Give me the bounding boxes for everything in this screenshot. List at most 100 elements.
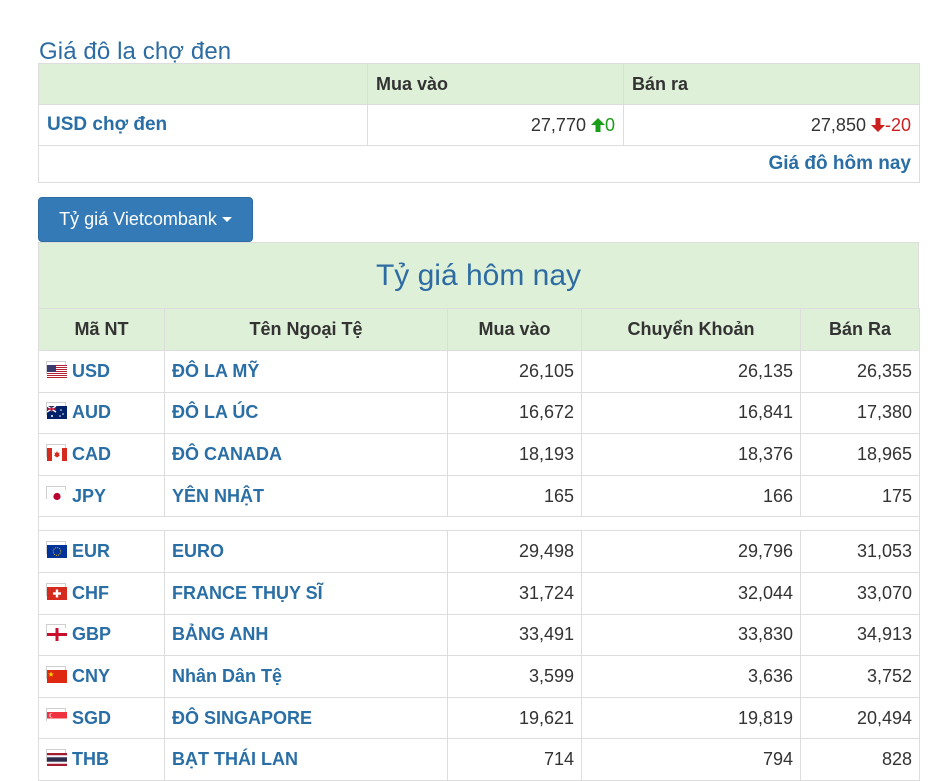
currency-code: GBP	[72, 624, 112, 645]
sell-rate: 17,380	[800, 391, 920, 435]
currency-name-cell: Nhân Dân Tệ	[164, 655, 448, 698]
rates-row-jpy: JPY YÊN NHẬT 165 166 175	[38, 474, 920, 518]
black-market-link-cell: Giá đô hôm nay	[38, 145, 920, 183]
currency-name-cell: ĐÔ CANADA	[164, 433, 448, 476]
currency-code: USD	[72, 360, 111, 381]
sell-rate: 175	[800, 474, 920, 518]
currency-name-cell: ĐÔ LA ÚC	[164, 391, 448, 435]
currency-name-link[interactable]: BẠT THÁI LAN	[172, 749, 298, 769]
buy-rate: 29,498	[447, 530, 582, 573]
rates-panel: Tỷ giá hôm nay Mã NT Tên Ngoại Tệ Mua và…	[38, 242, 920, 781]
sg-flag-icon	[46, 707, 67, 725]
currency-code: JPY	[72, 485, 107, 506]
black-market-sell-value: 27,850	[810, 114, 866, 135]
black-market-name-cell: USD chợ đen	[38, 104, 368, 146]
rates-row-cad: CAD ĐÔ CANADA 18,193 18,376 18,965	[38, 433, 920, 476]
th-flag-icon	[46, 749, 67, 767]
dropdown-label: Tỷ giá Vietcombank	[59, 209, 217, 229]
caret-down-icon	[221, 217, 232, 222]
currency-name-cell: ĐÔ SINGAPORE	[164, 696, 448, 740]
currency-code-cell: AUD	[38, 391, 165, 435]
eu-flag-icon	[46, 541, 67, 559]
currency-name-link[interactable]: YÊN NHẬT	[172, 486, 264, 506]
currency-name-cell: BẢNG ANH	[164, 613, 448, 657]
black-market-usd-row: USD chợ đen 27,770 0 27,850 -20	[38, 104, 920, 146]
currency-code-cell: THB	[38, 738, 165, 781]
currency-code: EUR	[72, 541, 111, 562]
currency-code: CHF	[72, 582, 109, 603]
rates-divider-cell	[38, 516, 920, 532]
currency-code-cell: JPY	[38, 474, 165, 518]
black-market-header-sell: Bán ra	[623, 63, 920, 105]
rates-row-thb: THB BẠT THÁI LAN 714 794 828	[38, 738, 920, 781]
currency-name-cell: EURO	[164, 530, 448, 573]
sell-rate: 3,752	[800, 655, 920, 698]
rates-title: Tỷ giá hôm nay	[38, 242, 919, 308]
currency-code: CAD	[72, 443, 111, 464]
black-market-table: Mua vào Bán ra USD chợ đen 27,770 0 27,8…	[38, 63, 920, 183]
currency-name-link[interactable]: Nhân Dân Tệ	[172, 666, 282, 686]
currency-name-link[interactable]: ĐÔ LA ÚC	[172, 402, 258, 422]
currency-name-link[interactable]: ĐÔ CANADA	[172, 444, 282, 464]
buy-rate: 714	[447, 738, 582, 781]
currency-code-cell: CAD	[38, 433, 165, 476]
rates-header-name: Tên Ngoại Tệ	[164, 308, 448, 351]
transfer-rate: 26,135	[581, 350, 801, 393]
sell-rate: 33,070	[800, 571, 920, 615]
buy-rate: 3,599	[447, 655, 582, 698]
rates-header-buy: Mua vào	[447, 308, 582, 351]
black-market-buy-value: 27,770	[530, 114, 586, 135]
vietcombank-rate-dropdown-button[interactable]: Tỷ giá Vietcombank	[38, 197, 253, 242]
transfer-rate: 18,376	[581, 433, 801, 476]
transfer-rate: 3,636	[581, 655, 801, 698]
black-market-header-row: Mua vào Bán ra	[38, 63, 920, 105]
arrow-up-icon	[590, 117, 605, 132]
arrow-down-icon	[870, 117, 885, 132]
currency-name-cell: FRANCE THỤY SĨ	[164, 571, 448, 615]
rates-header-sell: Bán Ra	[800, 308, 920, 351]
rates-row-gbp: GBP BẢNG ANH 33,491 33,830 34,913	[38, 613, 920, 657]
currency-code: AUD	[72, 402, 111, 423]
currency-name-cell: ĐÔ LA MỸ	[164, 350, 448, 393]
black-market-header-buy: Mua vào	[367, 63, 624, 105]
transfer-rate: 33,830	[581, 613, 801, 657]
rates-row-sgd: SGD ĐÔ SINGAPORE 19,621 19,819 20,494	[38, 696, 920, 740]
currency-name-link[interactable]: BẢNG ANH	[172, 624, 268, 644]
transfer-rate: 166	[581, 474, 801, 518]
sell-rate: 31,053	[800, 530, 920, 573]
jp-flag-icon	[46, 485, 67, 503]
black-market-sell-change: -20	[884, 114, 911, 135]
ca-flag-icon	[46, 443, 67, 461]
rates-row-chf: CHF FRANCE THỤY SĨ 31,724 32,044 33,070	[38, 571, 920, 615]
buy-rate: 19,621	[447, 696, 582, 740]
rates-header-transfer: Chuyển Khoản	[581, 308, 801, 351]
black-market-buy-change: 0	[604, 114, 615, 135]
currency-name-link[interactable]: EURO	[172, 541, 224, 561]
rates-row-cny: CNY Nhân Dân Tệ 3,599 3,636 3,752	[38, 655, 920, 698]
currency-name-cell: BẠT THÁI LAN	[164, 738, 448, 781]
buy-rate: 33,491	[447, 613, 582, 657]
currency-name-cell: YÊN NHẬT	[164, 474, 448, 518]
currency-name-link[interactable]: FRANCE THỤY SĨ	[172, 583, 323, 603]
currency-name-link[interactable]: ĐÔ SINGAPORE	[172, 708, 312, 728]
rates-row-eur: EUR EURO 29,498 29,796 31,053	[38, 530, 920, 573]
rates-row-usd: USD ĐÔ LA MỸ 26,105 26,135 26,355	[38, 350, 920, 393]
black-market-header-empty	[38, 63, 368, 105]
rates-row-aud: AUD ĐÔ LA ÚC 16,672 16,841 17,380	[38, 391, 920, 435]
us-flag-icon	[46, 360, 67, 378]
sell-rate: 26,355	[800, 350, 920, 393]
black-market-sell-cell: 27,850 -20	[623, 104, 920, 146]
au-flag-icon	[46, 402, 67, 420]
currency-name-link[interactable]: ĐÔ LA MỸ	[172, 361, 259, 381]
todays-dollar-price-link[interactable]: Giá đô hôm nay	[768, 153, 911, 174]
transfer-rate: 16,841	[581, 391, 801, 435]
buy-rate: 31,724	[447, 571, 582, 615]
rates-table: Mã NT Tên Ngoại Tệ Mua vào Chuyển Khoản …	[38, 308, 920, 781]
sell-rate: 18,965	[800, 433, 920, 476]
page-title: Giá đô la chợ đen	[39, 38, 232, 66]
currency-code: CNY	[72, 665, 111, 686]
rates-header-code: Mã NT	[38, 308, 165, 351]
ch-flag-icon	[46, 582, 67, 600]
currency-code-cell: GBP	[38, 613, 165, 657]
sell-rate: 20,494	[800, 696, 920, 740]
